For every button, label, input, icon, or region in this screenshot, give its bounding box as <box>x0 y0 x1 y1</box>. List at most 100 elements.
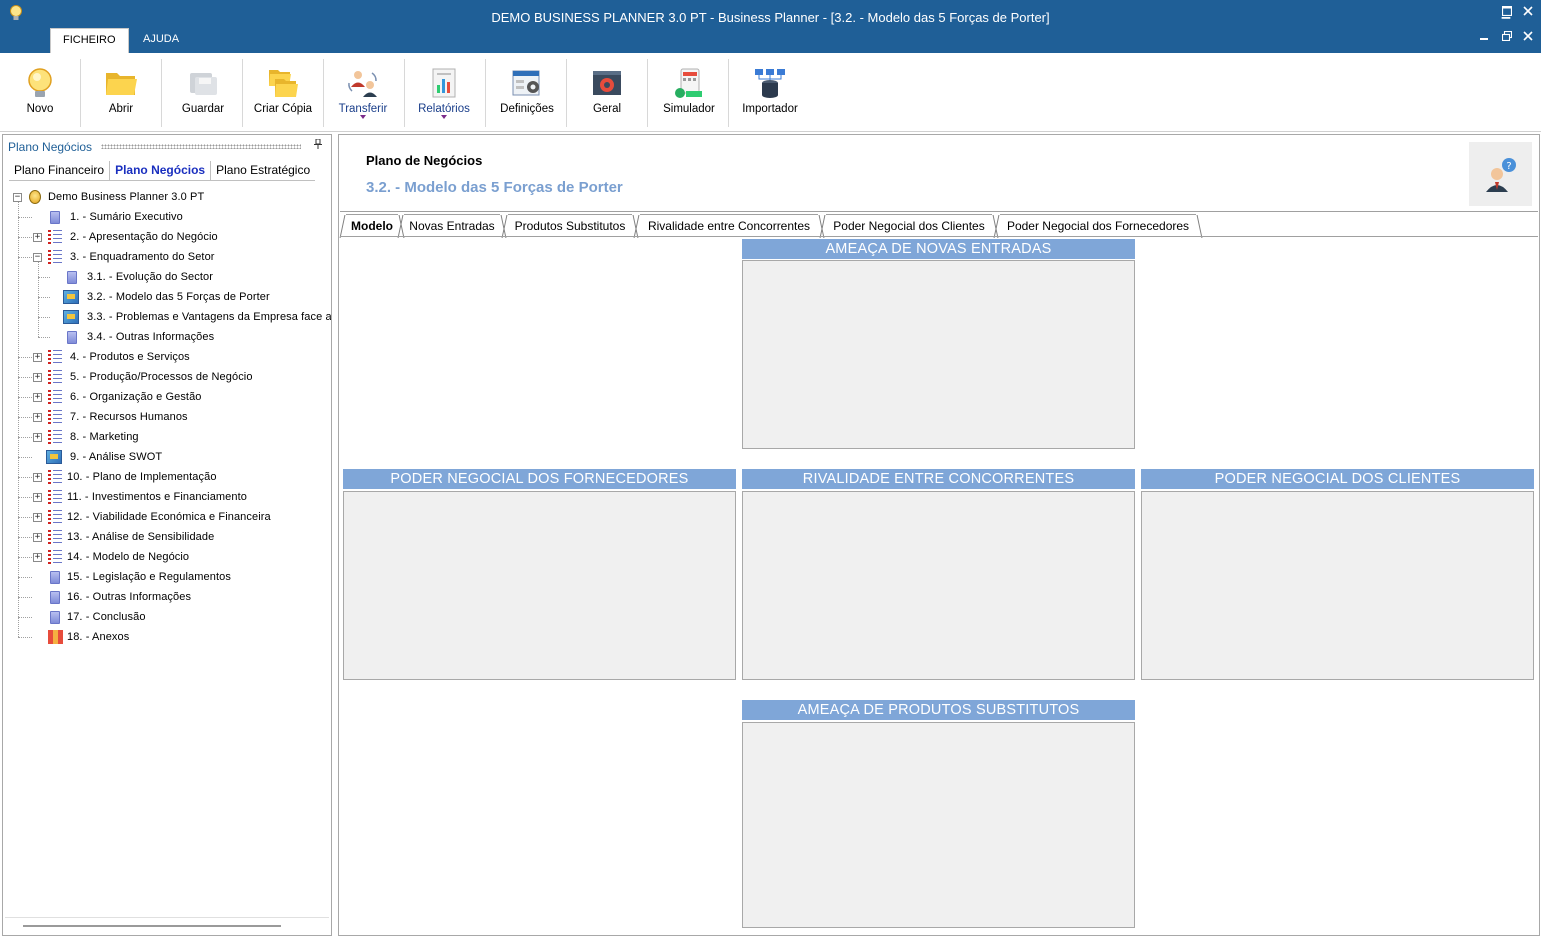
settings-form-icon <box>512 70 540 96</box>
tree-item[interactable]: 9. - Análise SWOT <box>3 447 331 467</box>
tree-item[interactable]: 18. - Anexos <box>3 627 331 647</box>
expand-icon[interactable]: + <box>33 373 42 382</box>
expand-icon[interactable]: + <box>33 553 42 562</box>
toolbar-separator <box>80 59 81 127</box>
tree-item[interactable]: 1. - Sumário Executivo <box>3 207 331 227</box>
guardar-button[interactable]: Guardar <box>172 57 234 127</box>
expand-icon[interactable]: + <box>33 493 42 502</box>
list-icon <box>48 490 62 504</box>
tree-connector <box>38 317 50 318</box>
tab-novas-entradas[interactable]: Novas Entradas <box>397 214 507 238</box>
mdi-minimize-button[interactable] <box>1474 31 1494 45</box>
tree-item[interactable]: +2. - Apresentação do Negócio <box>3 227 331 247</box>
expand-icon[interactable]: + <box>33 353 42 362</box>
novo-button[interactable]: Novo <box>10 57 70 127</box>
tree-item[interactable]: +12. - Viabilidade Económica e Financeir… <box>3 507 331 527</box>
toolbar-separator <box>161 59 162 127</box>
tree-item[interactable]: 3.1. - Evolução do Sector <box>3 267 331 287</box>
new-entrants-header: AMEAÇA DE NOVAS ENTRADAS <box>742 239 1135 259</box>
title-bar: DEMO BUSINESS PLANNER 3.0 PT - Business … <box>0 0 1541 53</box>
tab-modelo[interactable]: Modelo <box>339 214 405 238</box>
tab-plano-negocios[interactable]: Plano Negócios <box>110 161 212 180</box>
tree-item-label: 8. - Marketing <box>70 431 139 443</box>
scrollbar-thumb[interactable] <box>23 925 281 927</box>
tree-item-label: 9. - Análise SWOT <box>70 451 163 463</box>
tab-plano-estrategico[interactable]: Plano Estratégico <box>211 161 315 180</box>
chevron-down-icon <box>441 115 447 119</box>
tab-rivalidade[interactable]: Rivalidade entre Concorrentes <box>633 214 825 238</box>
tab-modelo-label: Modelo <box>351 219 393 233</box>
tree-item[interactable]: +13. - Análise de Sensibilidade <box>3 527 331 547</box>
tree-item-label: 12. - Viabilidade Económica e Financeira <box>67 511 271 523</box>
pin-icon[interactable] <box>313 138 323 152</box>
transfer-users-icon <box>348 71 377 97</box>
maximize-button[interactable] <box>1497 5 1517 20</box>
mdi-close-button[interactable] <box>1518 31 1538 45</box>
ribbon-tab-ajuda[interactable]: AJUDA <box>131 28 191 53</box>
tree-item[interactable]: 16. - Outras Informações <box>3 587 331 607</box>
importador-button[interactable]: Importador <box>736 57 804 127</box>
horizontal-scrollbar[interactable] <box>5 917 329 933</box>
expand-icon[interactable]: + <box>33 533 42 542</box>
tree-item[interactable]: +11. - Investimentos e Financiamento <box>3 487 331 507</box>
tree-connector <box>18 577 32 578</box>
tree-item[interactable]: 15. - Legislação e Regulamentos <box>3 567 331 587</box>
expand-icon[interactable]: + <box>33 233 42 242</box>
simulador-button[interactable]: Simulador <box>656 57 722 127</box>
tree-item[interactable]: 3.2. - Modelo das 5 Forças de Porter <box>3 287 331 307</box>
substitutes-panel[interactable] <box>742 722 1135 928</box>
suppliers-panel[interactable] <box>343 491 736 680</box>
tree-item[interactable]: 3.3. - Problemas e Vantagens da Empresa … <box>3 307 331 327</box>
ribbon-tab-ficheiro[interactable]: FICHEIRO <box>50 28 129 53</box>
tab-poder-fornecedores[interactable]: Poder Negocial dos Fornecedores <box>993 214 1203 238</box>
app-window: DEMO BUSINESS PLANNER 3.0 PT - Business … <box>0 0 1541 937</box>
expand-icon[interactable]: + <box>33 413 42 422</box>
tab-poder-clientes[interactable]: Poder Negocial dos Clientes <box>819 214 999 238</box>
tree-item[interactable]: 17. - Conclusão <box>3 607 331 627</box>
tree-connector <box>18 597 32 598</box>
geral-button[interactable]: Geral <box>575 57 639 127</box>
tree-item[interactable]: 3.4. - Outras Informações <box>3 327 331 347</box>
expand-icon[interactable]: + <box>33 393 42 402</box>
close-button[interactable] <box>1518 6 1538 20</box>
expand-icon[interactable]: + <box>33 473 42 482</box>
tab-plano-financeiro[interactable]: Plano Financeiro <box>9 161 111 180</box>
mdi-restore-button[interactable] <box>1497 30 1517 45</box>
relatorios-button[interactable]: Relatórios <box>412 57 476 127</box>
tree-item[interactable]: +8. - Marketing <box>3 427 331 447</box>
guardar-label: Guardar <box>181 103 225 115</box>
tree-item[interactable]: +5. - Produção/Processos de Negócio <box>3 367 331 387</box>
calculator-icon <box>675 68 702 98</box>
tree-item[interactable]: +7. - Recursos Humanos <box>3 407 331 427</box>
criar-copia-button[interactable]: Criar Cópia <box>250 57 316 127</box>
tree-item[interactable]: +10. - Plano de Implementação <box>3 467 331 487</box>
expand-icon[interactable]: + <box>33 433 42 442</box>
list-icon <box>48 390 62 404</box>
tab-produtos-substitutos[interactable]: Produtos Substitutos <box>501 214 639 238</box>
collapse-icon[interactable]: − <box>13 193 22 202</box>
clients-panel[interactable] <box>1141 491 1534 680</box>
tree-connector <box>18 437 32 438</box>
simulador-label: Simulador <box>663 103 715 115</box>
tree-item[interactable]: − 3. - Enquadramento do Setor <box>3 247 331 267</box>
tree-item[interactable]: +6. - Organização e Gestão <box>3 387 331 407</box>
tree-item[interactable]: − Demo Business Planner 3.0 PT <box>3 187 331 207</box>
tree-item[interactable]: +4. - Produtos e Serviços <box>3 347 331 367</box>
abrir-button[interactable]: Abrir <box>91 57 151 127</box>
tree-item-label: 13. - Análise de Sensibilidade <box>67 531 215 543</box>
pane-gripper[interactable] <box>101 144 301 149</box>
expand-icon[interactable]: + <box>33 513 42 522</box>
tab-poder-fornecedores-label: Poder Negocial dos Fornecedores <box>1006 219 1190 233</box>
new-entrants-panel[interactable] <box>742 260 1135 449</box>
tree-item-label: 15. - Legislação e Regulamentos <box>67 571 231 583</box>
toolbar-separator <box>242 59 243 127</box>
tree-item-label: 16. - Outras Informações <box>67 591 192 603</box>
collapse-icon[interactable]: − <box>33 253 42 262</box>
rivalry-panel[interactable] <box>742 491 1135 680</box>
transferir-button[interactable]: Transferir <box>331 57 395 127</box>
definicoes-button[interactable]: Definições <box>494 57 560 127</box>
help-button[interactable]: ? <box>1469 142 1532 206</box>
list-icon <box>48 550 62 564</box>
tree-connector <box>18 497 32 498</box>
tree-item[interactable]: +14. - Modelo de Negócio <box>3 547 331 567</box>
